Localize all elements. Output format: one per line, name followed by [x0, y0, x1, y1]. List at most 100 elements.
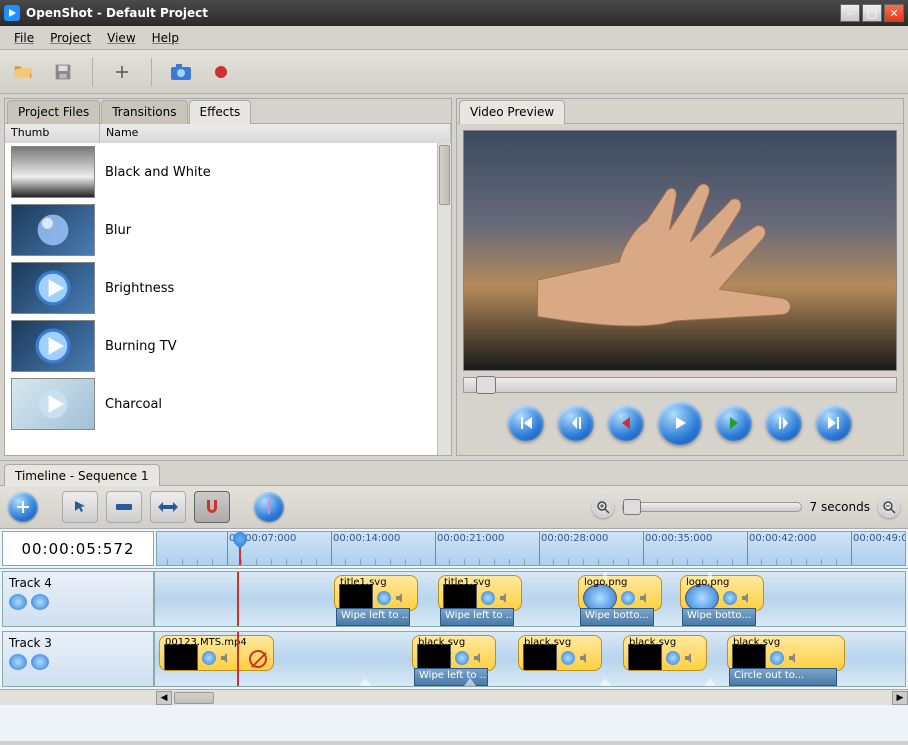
timeline-toolbar: 7 seconds: [0, 485, 908, 529]
transition-label[interactable]: Circle out to...: [729, 668, 837, 686]
clip-thumbnail: [628, 644, 662, 671]
menu-help[interactable]: Help: [144, 28, 187, 48]
effect-item[interactable]: Burning TV: [5, 317, 437, 375]
ruler-tick-label: 00:00:49:000: [853, 533, 906, 544]
add-button[interactable]: [107, 57, 137, 87]
column-thumb[interactable]: Thumb: [5, 124, 100, 143]
record-button[interactable]: [206, 57, 236, 87]
track-audio-toggle[interactable]: [31, 594, 49, 610]
fastforward-button[interactable]: [716, 405, 752, 441]
track-name: Track 3: [9, 636, 147, 650]
preview-video[interactable]: [463, 130, 897, 371]
clip[interactable]: logo.png: [680, 575, 764, 611]
ruler-tick: [747, 532, 748, 565]
effect-thumb: [11, 262, 95, 314]
content-row: Project Files Transitions Effects Thumb …: [0, 94, 908, 460]
tab-effects[interactable]: Effects: [189, 100, 252, 124]
tab-video-preview[interactable]: Video Preview: [459, 100, 565, 124]
track-visible-toggle[interactable]: [9, 594, 27, 610]
clip-label: black.svg: [524, 637, 571, 648]
open-button[interactable]: [8, 57, 38, 87]
ruler-tick-label: 00:00:35:000: [645, 533, 712, 544]
skip-end-button[interactable]: [816, 405, 852, 441]
clip[interactable]: title1.svg: [334, 575, 418, 611]
ruler-row: 00:00:05:572 00:00:07:00000:00:14:00000:…: [0, 529, 908, 569]
zoom-slider-knob[interactable]: [623, 499, 641, 515]
scroll-left-button[interactable]: ◀: [156, 691, 172, 705]
scroll-right-button[interactable]: ▶: [892, 691, 908, 705]
snap-tool[interactable]: [194, 491, 230, 523]
ruler-tick: [435, 532, 436, 565]
arrow-tool[interactable]: [62, 491, 98, 523]
effect-thumb: [11, 146, 95, 198]
disabled-icon: [249, 650, 267, 668]
effect-item[interactable]: Blur: [5, 201, 437, 259]
track-visible-toggle[interactable]: [9, 654, 27, 670]
track-header[interactable]: Track 4: [2, 571, 154, 627]
effect-thumb: [11, 320, 95, 372]
transition-label[interactable]: Wipe left to ...: [440, 608, 514, 626]
marker-add-button[interactable]: [254, 492, 284, 522]
snapshot-button[interactable]: [166, 57, 196, 87]
ruler-tick-label: 00:00:14:000: [333, 533, 400, 544]
track-lane[interactable]: title1.svgWipe left to ...title1.svgWipe…: [154, 571, 906, 627]
scrollbar-thumb[interactable]: [439, 145, 450, 205]
clip[interactable]: black.svg: [412, 635, 496, 671]
ruler-tick: [227, 532, 228, 565]
effect-item[interactable]: Black and White: [5, 143, 437, 201]
column-name[interactable]: Name: [100, 124, 451, 143]
tab-project-files[interactable]: Project Files: [7, 100, 100, 124]
preview-scrub-bar[interactable]: [463, 377, 897, 393]
play-button[interactable]: [658, 401, 702, 445]
window-maximize-button[interactable]: ▢: [862, 4, 882, 22]
save-button[interactable]: [48, 57, 78, 87]
next-frame-button[interactable]: [766, 405, 802, 441]
transition-label[interactable]: Wipe botto...: [580, 608, 654, 626]
menu-project[interactable]: Project: [42, 28, 99, 48]
timeline-add-button[interactable]: [8, 492, 38, 522]
menu-file[interactable]: File: [6, 28, 42, 48]
timeline-horizontal-scrollbar[interactable]: ◀ ▶: [0, 689, 908, 705]
razor-tool[interactable]: [106, 491, 142, 523]
playhead[interactable]: [239, 532, 241, 566]
zoom-slider[interactable]: [622, 502, 802, 512]
clip-play-icon: [481, 591, 495, 605]
scrub-knob[interactable]: [476, 376, 496, 394]
effect-item[interactable]: Brightness: [5, 259, 437, 317]
clip[interactable]: black.svg: [518, 635, 602, 671]
clip-label: black.svg: [418, 637, 465, 648]
skip-start-button[interactable]: [508, 405, 544, 441]
clip[interactable]: black.svg: [727, 635, 845, 671]
effect-thumb: [11, 204, 95, 256]
timeline-ruler[interactable]: 00:00:07:00000:00:14:00000:00:21:00000:0…: [156, 531, 906, 566]
scrollbar-thumb[interactable]: [174, 692, 214, 704]
track-audio-toggle[interactable]: [31, 654, 49, 670]
window-minimize-button[interactable]: –: [840, 4, 860, 22]
clip[interactable]: logo.png: [578, 575, 662, 611]
sound-icon: [639, 592, 651, 604]
prev-frame-button[interactable]: [558, 405, 594, 441]
tab-transitions[interactable]: Transitions: [101, 100, 187, 124]
window-close-button[interactable]: ✕: [884, 4, 904, 22]
clip[interactable]: 00123.MTS.mp4: [159, 635, 274, 671]
clip[interactable]: black.svg: [623, 635, 707, 671]
resize-tool[interactable]: [150, 491, 186, 523]
timeline-tabs: Timeline - Sequence 1: [0, 461, 908, 485]
transition-label[interactable]: Wipe left to ...: [336, 608, 410, 626]
zoom-out-button[interactable]: [878, 496, 900, 518]
preview-tabs: Video Preview: [457, 99, 903, 123]
menu-view[interactable]: View: [99, 28, 143, 48]
track-header[interactable]: Track 3: [2, 631, 154, 687]
rewind-button[interactable]: [608, 405, 644, 441]
preview-body: [457, 123, 903, 455]
effects-scrollbar[interactable]: [437, 143, 451, 455]
clip[interactable]: title1.svg: [438, 575, 522, 611]
tab-timeline[interactable]: Timeline - Sequence 1: [4, 464, 160, 486]
zoom-in-button[interactable]: [592, 496, 614, 518]
effect-item[interactable]: Charcoal: [5, 375, 437, 433]
arrow-up-icon: [595, 676, 615, 687]
transition-label[interactable]: Wipe botto...: [682, 608, 756, 626]
effect-name: Charcoal: [105, 397, 162, 412]
track-lane[interactable]: 00123.MTS.mp4black.svgWipe left to ...bl…: [154, 631, 906, 687]
menu-bar: File Project View Help: [0, 26, 908, 50]
